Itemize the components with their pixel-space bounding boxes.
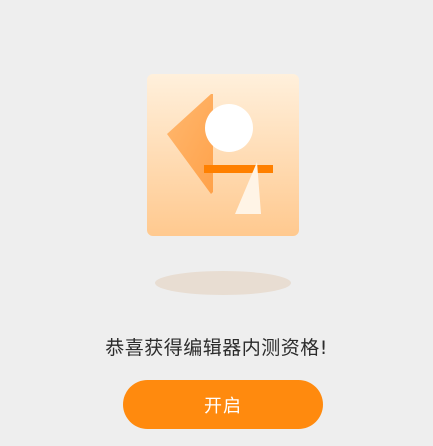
editor-illustration: [147, 74, 299, 236]
editor-shapes-icon: [147, 74, 299, 236]
congratulation-message: 恭喜获得编辑器内测资格!: [105, 337, 328, 359]
open-button[interactable]: 开启: [123, 380, 323, 429]
illustration-shadow: [155, 271, 291, 295]
